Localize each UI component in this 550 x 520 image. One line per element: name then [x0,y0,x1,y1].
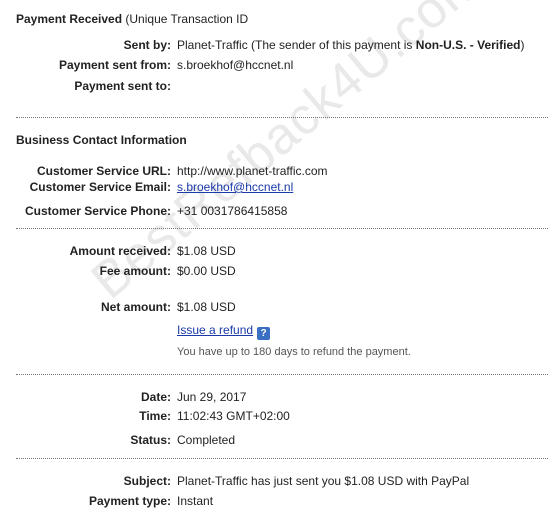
customer-service-email-link[interactable]: s.broekhof@hccnet.nl [177,180,293,194]
customer-service-url-label: Customer Service URL: [36,164,171,178]
payment-sent-from-label: Payment sent from: [58,58,171,72]
status-value: Completed [177,433,236,447]
page-title-rest: (Unique Transaction ID [122,12,249,26]
page-title: Payment Received (Unique Transaction ID [16,12,248,26]
divider [16,374,548,375]
customer-service-email-label: Customer Service Email: [29,180,171,194]
customer-service-url-value: http://www.planet-traffic.com [177,164,328,178]
sent-by-name: Planet-Traffic (The sender of this payme… [177,38,416,52]
refund-row: Issue a refund? [177,323,271,340]
divider [16,117,548,118]
payment-type-value: Instant [177,494,214,508]
help-icon[interactable]: ? [257,327,271,340]
customer-service-phone-label: Customer Service Phone: [24,204,171,218]
date-value: Jun 29, 2017 [177,390,247,404]
fee-amount-label: Fee amount: [99,264,171,278]
subject-label: Subject: [123,474,171,488]
net-amount-label: Net amount: [101,300,171,314]
payment-sent-from-value: s.broekhof@hccnet.nl [177,58,294,72]
sent-by-label: Sent by: [123,38,171,52]
sent-by-value: Planet-Traffic (The sender of this payme… [177,38,524,52]
fee-amount-value: $0.00 USD [177,264,236,278]
sent-by-suffix: ) [520,38,525,52]
refund-note: You have up to 180 days to refund the pa… [177,346,411,358]
net-amount-value: $1.08 USD [177,300,236,314]
status-label: Status: [130,433,171,447]
amount-received-value: $1.08 USD [177,244,236,258]
issue-refund-link[interactable]: Issue a refund [177,323,253,337]
payment-type-label: Payment type: [88,494,171,508]
payment-sent-to-label: Payment sent to: [74,79,171,93]
time-value: 11:02:43 GMT+02:00 [177,409,290,423]
divider [16,228,548,229]
page-title-bold: Payment Received [16,12,123,26]
customer-service-phone-value: +31 0031786415858 [177,204,288,218]
business-contact-heading: Business Contact Information [16,133,187,147]
time-label: Time: [139,409,171,423]
divider [16,458,548,459]
subject-value: Planet-Traffic has just sent you $1.08 U… [177,474,470,488]
amount-received-label: Amount received: [69,244,171,258]
sender-status: Non-U.S. - Verified [415,38,521,52]
date-label: Date: [140,390,171,404]
